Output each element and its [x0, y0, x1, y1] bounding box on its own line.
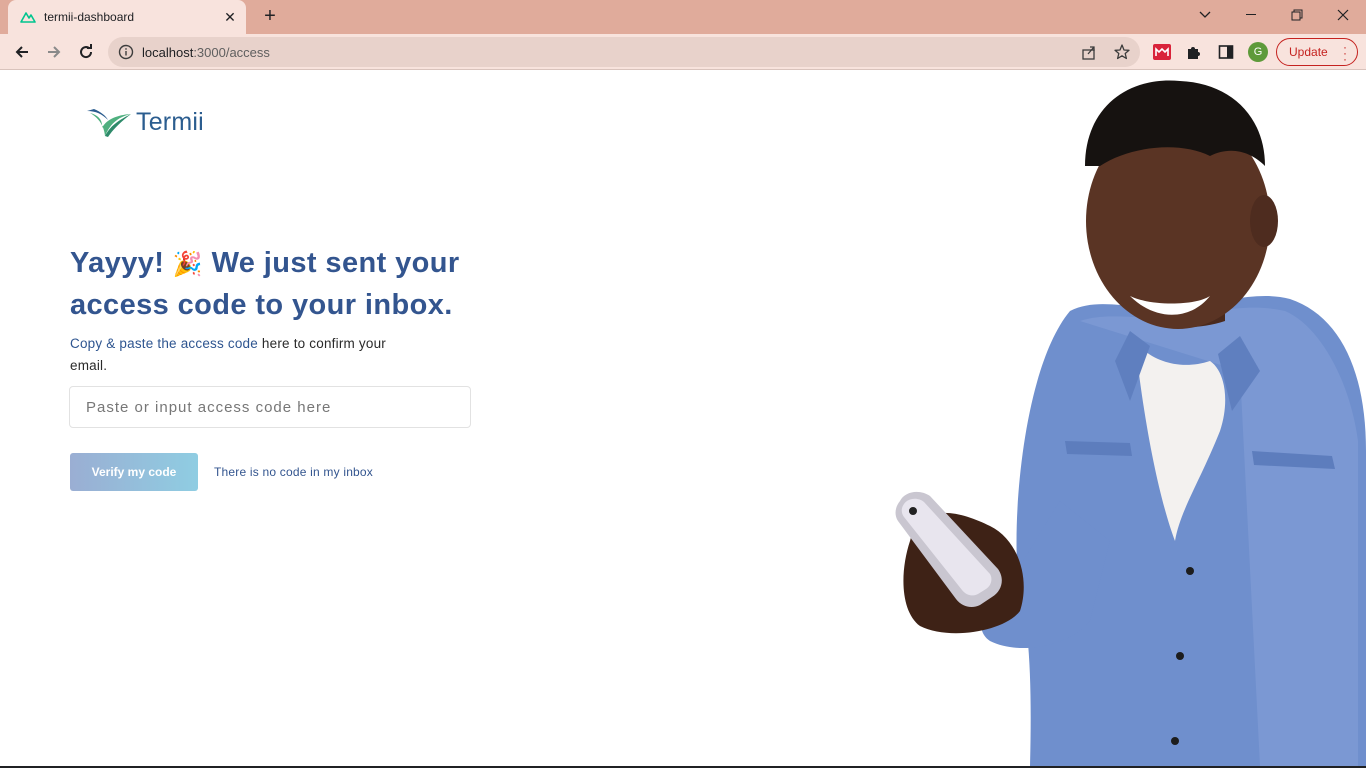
page-title: Yayyy! 🎉 We just sent your access code t…	[70, 247, 460, 321]
more-menu-icon[interactable]: · · ·	[1343, 41, 1347, 65]
back-icon[interactable]	[8, 38, 36, 66]
extensions-puzzle-icon[interactable]	[1183, 41, 1205, 63]
verify-code-button[interactable]: Verify my code	[70, 453, 198, 491]
browser-tab[interactable]: termii-dashboard ✕	[8, 0, 246, 34]
close-window-icon[interactable]	[1320, 0, 1366, 30]
url-text[interactable]: localhost:3000/access	[142, 45, 270, 60]
tab-title: termii-dashboard	[44, 10, 135, 24]
no-code-link[interactable]: There is no code in my inbox	[214, 465, 373, 479]
reload-icon[interactable]	[72, 38, 100, 66]
profile-avatar[interactable]: G	[1248, 42, 1268, 62]
forward-icon[interactable]	[40, 38, 68, 66]
nuxt-icon	[20, 12, 36, 23]
browser-toolbar: localhost:3000/access G Update · · ·	[0, 34, 1366, 70]
update-button[interactable]: Update · · ·	[1276, 38, 1358, 66]
termii-logo[interactable]: Termii	[86, 106, 204, 138]
hero-photo	[895, 80, 1366, 766]
party-popper-icon: 🎉	[172, 251, 204, 278]
side-panel-icon[interactable]	[1215, 41, 1237, 63]
new-tab-icon[interactable]: +	[258, 5, 282, 29]
instruction-text: Copy & paste the access code here to con…	[70, 336, 386, 373]
access-code-input[interactable]	[69, 386, 471, 428]
extension-red-icon[interactable]	[1151, 41, 1173, 63]
address-bar[interactable]: localhost:3000/access	[108, 37, 1140, 67]
site-info-icon[interactable]	[118, 44, 134, 60]
share-icon[interactable]	[1080, 43, 1098, 61]
termii-bird-icon	[87, 109, 131, 137]
tab-bar: termii-dashboard ✕ +	[0, 0, 1366, 34]
update-label: Update	[1289, 45, 1328, 59]
access-page: Termii Yayyy! 🎉 We just sent your access…	[0, 71, 1366, 766]
bookmark-star-icon[interactable]	[1113, 43, 1131, 61]
tab-search-icon[interactable]	[1182, 0, 1228, 30]
tab-close-icon[interactable]: ✕	[220, 7, 240, 27]
minimize-icon[interactable]	[1228, 0, 1274, 30]
brand-name: Termii	[136, 107, 204, 136]
restore-icon[interactable]	[1274, 0, 1320, 30]
